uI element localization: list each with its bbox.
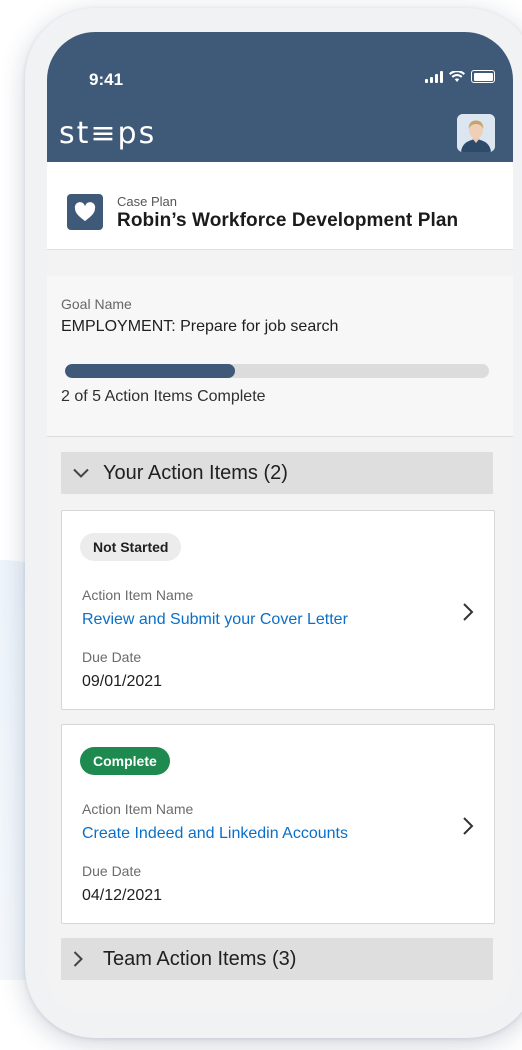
- chevron-right-icon[interactable]: [460, 602, 476, 622]
- status-badge: Complete: [80, 747, 170, 775]
- progress-text: 2 of 5 Action Items Complete: [61, 388, 266, 405]
- due-date-value: 04/12/2021: [82, 887, 163, 904]
- signal-icon: [425, 70, 443, 83]
- action-item-link[interactable]: Review and Submit your Cover Letter: [82, 611, 348, 629]
- due-date-label: Due Date: [82, 649, 142, 665]
- user-avatar[interactable]: [457, 114, 495, 152]
- chevron-right-icon[interactable]: [460, 816, 476, 836]
- your-action-items-label: Your Action Items (2): [103, 461, 288, 484]
- team-action-items-header[interactable]: Team Action Items (3): [61, 938, 493, 980]
- your-action-items-header[interactable]: Your Action Items (2): [61, 452, 493, 494]
- progress-bar: [65, 364, 489, 378]
- due-date-value: 09/01/2021: [82, 673, 163, 690]
- chevron-down-icon: [73, 468, 103, 478]
- app-logo: st≡ps: [59, 116, 157, 151]
- chevron-right-icon: [73, 951, 103, 967]
- action-item-link[interactable]: Create Indeed and Linkedin Accounts: [82, 825, 348, 843]
- avatar-image: [457, 114, 495, 152]
- action-item-name-label: Action Item Name: [82, 801, 194, 817]
- phone-frame: 9:41 st≡ps Case Plan Robin’s Workforce D…: [25, 8, 522, 1038]
- wifi-icon: [449, 70, 465, 82]
- goal-label: Goal Name: [61, 296, 132, 312]
- main-content: Goal Name EMPLOYMENT: Prepare for job se…: [47, 250, 513, 1012]
- case-plan-header: Case Plan Robin’s Workforce Development …: [47, 162, 513, 250]
- goal-card: Goal Name EMPLOYMENT: Prepare for job se…: [47, 276, 513, 437]
- case-plan-label: Case Plan: [117, 194, 177, 209]
- team-action-items-label: Team Action Items (3): [103, 947, 297, 970]
- app-header: 9:41 st≡ps: [47, 32, 513, 162]
- status-badge: Not Started: [80, 533, 182, 561]
- status-time: 9:41: [89, 70, 124, 89]
- due-date-label: Due Date: [82, 863, 142, 879]
- action-item-card[interactable]: Not Started Action Item Name Review and …: [61, 510, 495, 710]
- battery-icon: [471, 70, 495, 83]
- goal-name: EMPLOYMENT: Prepare for job search: [61, 318, 339, 335]
- phone-screen: 9:41 st≡ps Case Plan Robin’s Workforce D…: [47, 32, 513, 1012]
- action-item-card[interactable]: Complete Action Item Name Create Indeed …: [61, 724, 495, 924]
- case-plan-title: Robin’s Workforce Development Plan: [117, 210, 459, 231]
- heart-icon: [67, 194, 103, 230]
- progress-fill: [65, 364, 235, 378]
- status-icons: [425, 70, 495, 83]
- action-item-name-label: Action Item Name: [82, 587, 194, 603]
